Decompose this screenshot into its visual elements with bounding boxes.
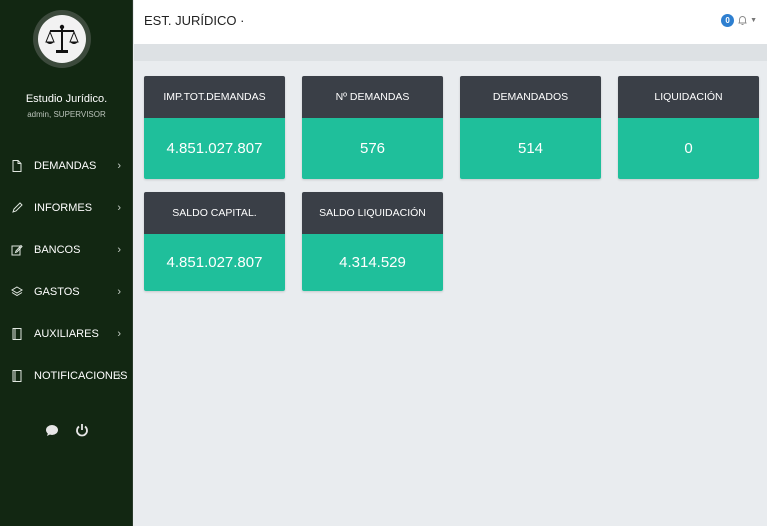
sidebar-item-bancos[interactable]: BANCOS ›	[0, 229, 133, 271]
sidebar-nav: DEMANDAS › INFORMES › BANCOS › GASTOS ›	[0, 145, 133, 397]
sidebar-item-label: INFORMES	[34, 202, 93, 214]
scales-of-justice-icon	[38, 15, 86, 63]
edit-icon	[11, 244, 23, 256]
stat-card-title: LIQUIDACIÓN	[618, 76, 759, 118]
sidebar-item-label: BANCOS	[34, 244, 81, 256]
sidebar-item-informes[interactable]: INFORMES ›	[0, 187, 133, 229]
sidebar-item-label: GASTOS	[34, 286, 80, 298]
stat-card-value: 576	[302, 118, 443, 179]
breadcrumb-bar	[134, 44, 767, 61]
stat-card-title: IMP.TOT.DEMANDAS	[144, 76, 285, 118]
org-name: Estudio Jurídico.	[25, 93, 108, 105]
notifications-menu[interactable]: 0 ▼	[721, 14, 757, 27]
stat-card-title: SALDO CAPITAL.	[144, 192, 285, 234]
notification-badge: 0	[721, 14, 735, 27]
chat-icon[interactable]	[44, 422, 60, 438]
stat-card-demandados[interactable]: DEMANDADOS 514	[460, 76, 601, 179]
sidebar-item-demandas[interactable]: DEMANDAS ›	[0, 145, 133, 187]
chevron-right-icon: ›	[117, 202, 121, 214]
sidebar-actions	[0, 422, 133, 438]
file-icon	[11, 160, 23, 172]
sidebar-item-label: DEMANDAS	[34, 160, 97, 172]
chevron-right-icon: ›	[117, 244, 121, 256]
sidebar-item-gastos[interactable]: GASTOS ›	[0, 271, 133, 313]
sidebar-item-label: AUXILIARES	[34, 328, 99, 340]
sidebar-item-auxiliares[interactable]: AUXILIARES ›	[0, 313, 133, 355]
stat-card-value: 4.851.027.807	[144, 234, 285, 291]
stat-card-value: 0	[618, 118, 759, 179]
stat-card-liquidacion[interactable]: LIQUIDACIÓN 0	[618, 76, 759, 179]
stat-card-saldo-capital[interactable]: SALDO CAPITAL. 4.851.027.807	[144, 192, 285, 291]
logo	[33, 10, 91, 68]
stat-card-title: DEMANDADOS	[460, 76, 601, 118]
sidebar-item-notificaciones[interactable]: NOTIFICACIONES ›	[0, 355, 133, 397]
bell-icon[interactable]	[737, 15, 747, 27]
chevron-down-icon[interactable]: ▼	[750, 17, 757, 24]
pencil-icon	[11, 202, 23, 214]
stat-card-value: 4.851.027.807	[144, 118, 285, 179]
user-role: admin, SUPERVISOR	[27, 110, 106, 119]
chevron-right-icon: ›	[117, 370, 121, 382]
stat-card-title: SALDO LIQUIDACIÓN	[302, 192, 443, 234]
sidebar-item-label: NOTIFICACIONES	[34, 370, 128, 382]
stat-card-imp-tot-demandas[interactable]: IMP.TOT.DEMANDAS 4.851.027.807	[144, 76, 285, 179]
stat-card-num-demandas[interactable]: Nº DEMANDAS 576	[302, 76, 443, 179]
stat-card-saldo-liquidacion[interactable]: SALDO LIQUIDACIÓN 4.314.529	[302, 192, 443, 291]
page-title: EST. JURÍDICO ·	[144, 13, 245, 28]
book-icon	[11, 328, 23, 340]
stat-card-value: 514	[460, 118, 601, 179]
chevron-right-icon: ›	[117, 160, 121, 172]
chevron-right-icon: ›	[117, 286, 121, 298]
topbar: EST. JURÍDICO · 0 ▼	[134, 0, 767, 44]
book-icon	[11, 370, 23, 382]
stat-card-title: Nº DEMANDAS	[302, 76, 443, 118]
sidebar: Estudio Jurídico. admin, SUPERVISOR DEMA…	[0, 0, 133, 526]
layers-icon	[11, 286, 23, 298]
chevron-right-icon: ›	[117, 328, 121, 340]
power-icon[interactable]	[74, 422, 90, 438]
stat-card-value: 4.314.529	[302, 234, 443, 291]
